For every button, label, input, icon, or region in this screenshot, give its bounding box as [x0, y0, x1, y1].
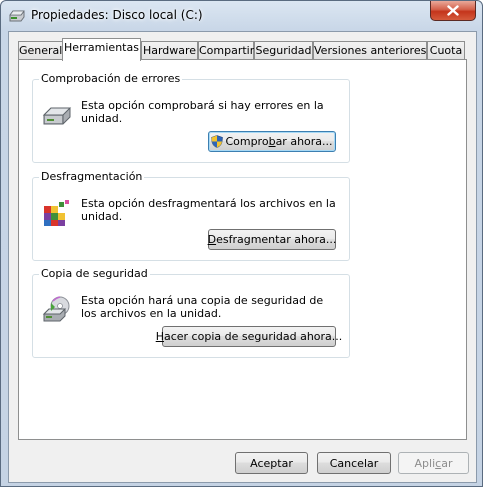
defrag-group: Desfragmentación Esta opción desfragment…: [32, 170, 350, 261]
defrag-title: Desfragmentación: [39, 170, 145, 183]
tab-panel-herramientas: Comprobación de errores Esta opción comp…: [18, 59, 467, 440]
tab-cuota[interactable]: Cuota: [427, 41, 465, 59]
backup-description: Esta opción hará una copia de seguridad …: [81, 294, 324, 320]
uac-shield-icon: [211, 135, 224, 148]
tab-hardware[interactable]: Hardware: [141, 41, 198, 59]
dialog-body: General Herramientas Hardware Compartir …: [8, 31, 477, 483]
apply-label: Aplicar: [414, 456, 453, 470]
window-title: Propiedades: Disco local (C:): [31, 8, 203, 22]
tab-seguridad[interactable]: Seguridad: [254, 41, 313, 59]
backup-now-button[interactable]: Hacer copia de seguridad ahora...: [156, 326, 342, 347]
tab-herramientas[interactable]: Herramientas: [62, 38, 141, 61]
error-check-title: Comprobación de errores: [39, 72, 183, 85]
tab-versiones-anteriores[interactable]: Versiones anteriores: [313, 41, 427, 59]
title-bar[interactable]: Propiedades: Disco local (C:): [1, 1, 482, 31]
defragment-icon: [44, 200, 69, 226]
backup-title: Copia de seguridad: [39, 267, 150, 280]
error-check-group: Comprobación de errores Esta opción comp…: [32, 72, 350, 163]
close-button[interactable]: [430, 1, 476, 21]
hard-drive-icon: [42, 107, 72, 125]
defragment-now-label: Desfragmentar ahora...: [207, 233, 337, 246]
tab-compartir[interactable]: Compartir: [198, 41, 254, 59]
backup-now-label: Hacer copia de seguridad ahora...: [155, 330, 343, 343]
cancel-button[interactable]: Cancelar: [317, 452, 391, 474]
error-check-description: Esta opción comprobará si hay errores en…: [81, 99, 324, 125]
defragment-now-button[interactable]: Desfragmentar ahora...: [208, 229, 336, 250]
backup-icon: [42, 296, 70, 322]
defrag-description: Esta opción desfragmentará los archivos …: [81, 197, 336, 223]
apply-button: Aplicar: [398, 452, 469, 474]
check-now-label: Comprobar ahora...: [225, 135, 333, 148]
properties-window: Propiedades: Disco local (C:) General He…: [0, 0, 483, 487]
tab-general[interactable]: General: [18, 41, 63, 59]
close-icon: [447, 5, 459, 16]
drive-icon: [9, 10, 25, 22]
backup-group: Copia de seguridad Esta opción hará una …: [32, 267, 350, 358]
check-now-button[interactable]: Comprobar ahora...: [208, 131, 336, 152]
accept-button[interactable]: Aceptar: [235, 452, 308, 474]
